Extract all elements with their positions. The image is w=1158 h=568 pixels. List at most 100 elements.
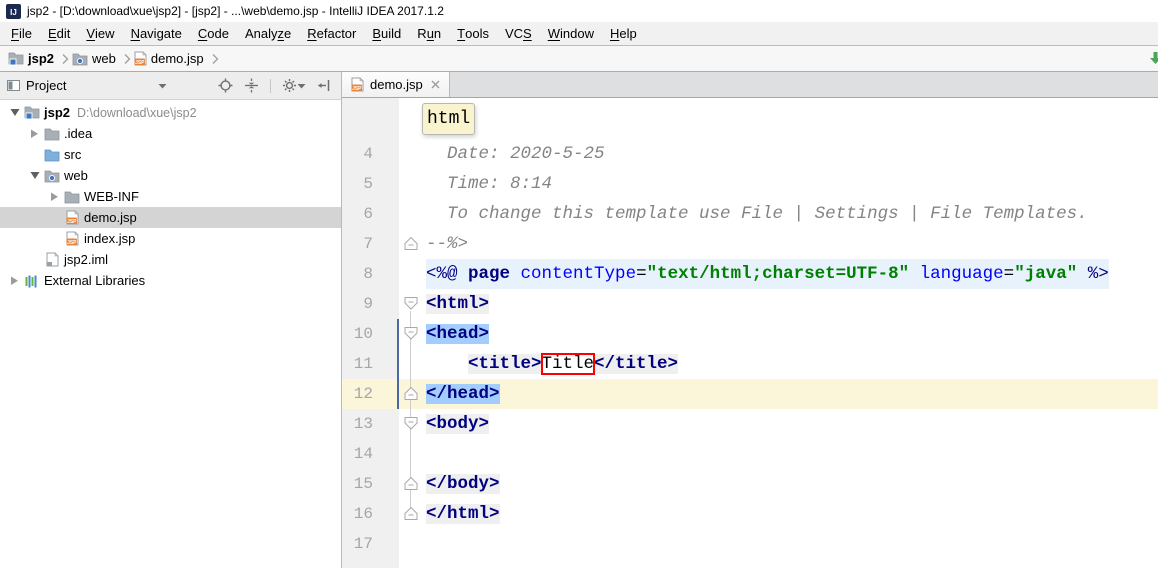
expand-arrow-icon[interactable] — [46, 192, 63, 202]
live-template-field[interactable]: Title — [542, 354, 595, 374]
code-text[interactable]: To change this template use File | Setti… — [426, 199, 1088, 229]
code-line-5[interactable]: 5 Time: 8:14 — [342, 169, 1158, 199]
fold-column — [399, 499, 426, 529]
fold-start-icon[interactable] — [404, 417, 418, 430]
tree-item-jsp2-iml[interactable]: jsp2.iml — [0, 249, 341, 270]
code-line-14[interactable]: 14 — [342, 439, 1158, 469]
hide-panel-icon[interactable] — [317, 79, 330, 92]
tab-close-icon[interactable] — [431, 80, 440, 89]
green-down-arrow-icon[interactable] — [1149, 51, 1158, 65]
menu-item-vcs[interactable]: VCS — [497, 22, 540, 45]
breadcrumb-item-demo-jsp[interactable]: JSPdemo.jsp — [134, 51, 222, 66]
code-line-16[interactable]: 16</html> — [342, 499, 1158, 529]
code-token: page — [468, 264, 510, 284]
code-text[interactable]: </body> — [426, 469, 500, 499]
menu-item-navigate[interactable]: Navigate — [123, 22, 190, 45]
menu-item-refactor[interactable]: Refactor — [299, 22, 364, 45]
line-number: 10 — [342, 319, 399, 349]
code-line-15[interactable]: 15</body> — [342, 469, 1158, 499]
code-text[interactable]: <head> — [426, 319, 489, 349]
fold-end-icon[interactable] — [404, 237, 418, 250]
src-folder-icon — [43, 148, 61, 162]
menu-item-code[interactable]: Code — [190, 22, 237, 45]
locate-icon[interactable] — [218, 78, 233, 93]
code-text[interactable]: Date: 2020-5-25 — [426, 139, 605, 169]
menu-item-window[interactable]: Window — [540, 22, 602, 45]
settings-gear-icon[interactable] — [282, 78, 306, 93]
code-line-12[interactable]: 12</head> — [342, 379, 1158, 409]
code-line-7[interactable]: 7--%> — [342, 229, 1158, 259]
line-number: 4 — [342, 139, 399, 169]
menu-item-file[interactable]: File — [3, 22, 40, 45]
fold-end-icon[interactable] — [404, 507, 418, 520]
web-folder-icon — [43, 169, 61, 183]
tree-item-web-inf[interactable]: WEB-INF — [0, 186, 341, 207]
expand-arrow-icon[interactable] — [6, 276, 23, 286]
expand-arrow-icon[interactable] — [26, 129, 43, 139]
tree-item-index-jsp[interactable]: JSPindex.jsp — [0, 228, 341, 249]
code-text[interactable]: <%@ page contentType="text/html;charset=… — [426, 259, 1109, 289]
fold-start-icon[interactable] — [404, 297, 418, 310]
chevron-right-icon — [61, 53, 69, 65]
code-text[interactable]: </head> — [426, 379, 500, 409]
intellij-logo-icon: IJ — [6, 4, 21, 19]
tree-item-label: src — [64, 147, 81, 162]
svg-text:IJ: IJ — [10, 8, 17, 17]
fold-column — [399, 349, 426, 379]
tree-item-label: jsp2 — [44, 105, 70, 120]
tree-item-src[interactable]: src — [0, 144, 341, 165]
tree-item-web[interactable]: web — [0, 165, 341, 186]
code-text[interactable]: <body> — [426, 409, 489, 439]
code-text[interactable]: </html> — [426, 499, 500, 529]
fold-column — [399, 169, 426, 199]
project-view-selector[interactable]: Project — [7, 78, 66, 93]
code-token: <html> — [426, 294, 489, 314]
tree-item--idea[interactable]: .idea — [0, 123, 341, 144]
collapse-arrow-icon[interactable] — [6, 108, 23, 117]
tree-item-jsp2[interactable]: jsp2D:\download\xue\jsp2 — [0, 102, 341, 123]
code-text[interactable]: <title>Title</title> — [426, 349, 678, 379]
menu-item-view[interactable]: View — [78, 22, 122, 45]
fold-column — [399, 259, 426, 289]
chevron-right-icon — [211, 53, 219, 65]
svg-text:JSP: JSP — [67, 240, 77, 246]
code-text[interactable]: --%> — [426, 229, 468, 259]
code-token: <body> — [426, 414, 489, 434]
jsp-file-icon: JSP — [134, 51, 147, 66]
code-line-10[interactable]: 10 <head> — [342, 319, 1158, 349]
fold-start-icon[interactable] — [404, 327, 418, 340]
code-line-9[interactable]: 9<html> — [342, 289, 1158, 319]
toolbar-separator — [270, 79, 271, 93]
menu-item-edit[interactable]: Edit — [40, 22, 78, 45]
breadcrumb: jsp2webJSPdemo.jsp — [8, 51, 222, 66]
tree-item-external-libraries[interactable]: External Libraries — [0, 270, 341, 291]
code-line-11[interactable]: 11 <title>Title</title> — [342, 349, 1158, 379]
breadcrumb-item-web[interactable]: web — [72, 51, 134, 66]
chevron-down-icon[interactable] — [158, 83, 167, 89]
code-editor[interactable]: 4 Date: 2020-5-255 Time: 8:146 To change… — [342, 98, 1158, 568]
fold-column — [399, 379, 426, 409]
tree-item-demo-jsp[interactable]: JSPdemo.jsp — [0, 207, 341, 228]
menu-item-help[interactable]: Help — [602, 22, 645, 45]
collapse-arrow-icon[interactable] — [26, 171, 43, 180]
code-line-17[interactable]: 17 — [342, 529, 1158, 559]
code-line-6[interactable]: 6 To change this template use File | Set… — [342, 199, 1158, 229]
fold-end-icon[interactable] — [404, 477, 418, 490]
code-token: Time: 8:14 — [426, 174, 552, 194]
code-text[interactable]: <html> — [426, 289, 489, 319]
code-line-4[interactable]: 4 Date: 2020-5-25 — [342, 139, 1158, 169]
breadcrumb-item-jsp2[interactable]: jsp2 — [8, 51, 72, 66]
collapse-all-icon[interactable] — [244, 78, 259, 93]
menu-item-tools[interactable]: Tools — [449, 22, 497, 45]
fold-column — [399, 139, 426, 169]
menu-item-build[interactable]: Build — [364, 22, 409, 45]
code-text[interactable]: Time: 8:14 — [426, 169, 552, 199]
code-token — [510, 264, 521, 284]
tab-demo-jsp[interactable]: JSP demo.jsp — [342, 72, 450, 97]
code-line-13[interactable]: 13<body> — [342, 409, 1158, 439]
code-line-8[interactable]: 8<%@ page contentType="text/html;charset… — [342, 259, 1158, 289]
code-token: = — [636, 264, 647, 284]
menu-item-analyze[interactable]: Analyze — [237, 22, 299, 45]
menu-item-run[interactable]: Run — [409, 22, 449, 45]
fold-end-icon[interactable] — [404, 387, 418, 400]
